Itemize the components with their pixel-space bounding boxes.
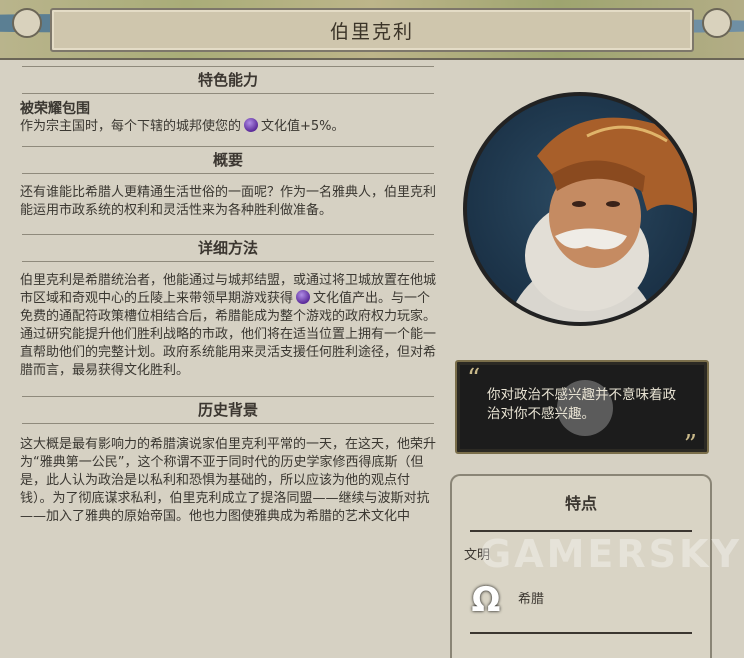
ability-block: 被荣耀包围 作为宗主国时，每个下辖的城邦使您的 文化值+5%。	[12, 100, 444, 136]
culture-icon	[296, 290, 311, 304]
leader-quote: 你对政治不感兴趣并不意味着政治对你不感兴趣。	[487, 387, 676, 422]
corner-ornament-left	[12, 8, 42, 38]
pericles-portrait-image	[507, 117, 693, 322]
corner-ornament-right	[702, 8, 732, 38]
title-band: 伯里克利	[50, 8, 694, 52]
overview-body: 还有谁能比希腊人更精通生活世俗的一面呢？作为一名雅典人，伯里克利能运用市政系统的…	[20, 185, 437, 218]
close-quote-icon: ”	[683, 430, 697, 460]
watermark-text: GAMERSKY	[480, 532, 742, 576]
leader-quote-box: “ ” 你对政治不感兴趣并不意味着政治对你不感兴趣。	[455, 360, 709, 460]
civilopedia-text-column[interactable]: 特色能力 被荣耀包围 作为宗主国时，每个下辖的城邦使您的 文化值+5%。 概要 还…	[12, 62, 444, 656]
section-heading-detailed: 详细方法	[12, 230, 444, 264]
leader-portrait	[463, 92, 697, 326]
civ-name-link[interactable]: 希腊	[518, 588, 544, 607]
ability-description: 作为宗主国时，每个下辖的城邦使您的 文化值+5%。	[20, 118, 436, 136]
detailed-body: 伯里克利是希腊统治者，他能通过与城邦结盟，或通过将卫城放置在他城市区域和奇观中心…	[12, 272, 444, 380]
culture-icon	[244, 118, 259, 132]
history-body: 这大概是最有影响力的希腊演说家伯里克利平常的一天，在这天，他荣升为“雅典第一公民…	[20, 437, 437, 524]
traits-divider-bottom	[470, 632, 692, 634]
section-heading-history: 历史背景	[12, 392, 444, 426]
greek-civ-icon[interactable]: Ω	[466, 580, 506, 620]
open-quote-icon: “	[467, 364, 481, 394]
page-title: 伯里克利	[329, 20, 414, 43]
ability-desc-part1: 作为宗主国时，每个下辖的城邦使您的	[20, 119, 242, 134]
traits-title: 特点	[564, 494, 597, 513]
header-map-banner: 伯里克利	[0, 0, 744, 60]
section-heading-ability: 特色能力	[12, 62, 444, 96]
section-heading-overview: 概要	[12, 142, 444, 176]
ability-desc-part2: 文化值+5%。	[261, 119, 345, 134]
ability-name: 被荣耀包围	[20, 101, 90, 117]
